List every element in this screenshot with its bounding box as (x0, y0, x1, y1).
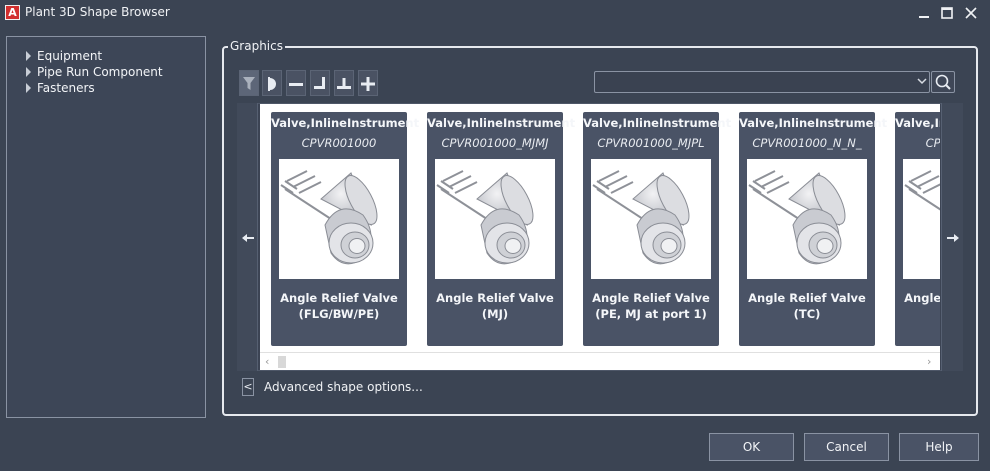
card-shape-name: Angle Relief Valve (MJ) (431, 290, 559, 322)
card-name-line1: Angle Relief Valve (436, 291, 554, 305)
card-name-line1: Angle Relief Valve (904, 291, 940, 305)
shape-card[interactable]: Valve,InlineInstrument CPVR001000_N_N_ A… (739, 112, 888, 346)
card-name-line1: Angle Relief Valve (748, 291, 866, 305)
straight-button[interactable] (286, 70, 306, 96)
scroll-left-arrow-icon[interactable]: ‹ (265, 356, 269, 368)
card-name-line2: (MJ) (481, 307, 509, 321)
tee-button[interactable] (334, 70, 354, 96)
tree-item-pipe-run-component[interactable]: Pipe Run Component (26, 64, 163, 80)
card-name-line1: Angle Relief Valve (592, 291, 710, 305)
card-part-code: CPVR001000 (925, 136, 940, 150)
maximize-icon (941, 7, 953, 19)
tree-item-equipment[interactable]: Equipment (26, 48, 102, 64)
angle-relief-valve-thumbnail (747, 159, 867, 279)
elbow-icon (314, 77, 325, 89)
angle-relief-valve-thumbnail (435, 159, 555, 279)
cross-button[interactable] (358, 70, 378, 96)
elbow-button[interactable] (310, 70, 330, 96)
card-shape-name: Angle Relief Valve (PE, MJ at port 1) (587, 290, 715, 322)
half-circle-button[interactable] (262, 70, 282, 96)
card-class-label: Valve,InlineInstrument (895, 116, 940, 130)
horizontal-scrollbar[interactable]: ‹ › (260, 352, 940, 370)
advanced-options-toggle[interactable]: < (242, 378, 254, 396)
card-name-line2: ( (899, 306, 940, 322)
gallery-viewport: Valve,InlineInstrument CPVR001000 Angle … (260, 104, 940, 352)
expand-arrow-icon[interactable] (26, 67, 31, 77)
card-class-label: Valve,InlineInstrument (271, 116, 420, 130)
card-name-line2: (TC) (793, 307, 821, 321)
search-combobox[interactable] (594, 71, 930, 93)
filter-icon (243, 77, 255, 90)
tree-item-label: Pipe Run Component (37, 65, 163, 79)
help-button[interactable]: Help (899, 433, 979, 461)
ok-button[interactable]: OK (709, 433, 794, 461)
card-class-label: Valve,InlineInstrument (427, 116, 576, 130)
card-part-code: CPVR001000_MJPL (597, 136, 705, 150)
app-logo-icon: A (5, 5, 20, 20)
half-circle-icon (268, 77, 276, 91)
tree-item-label: Fasteners (37, 81, 95, 95)
card-shape-name: Angle Relief Valve (TC) (743, 290, 871, 322)
card-class-label: Valve,InlineInstrument (739, 116, 888, 130)
shape-card[interactable]: Valve,InlineInstrument CPVR001000 Angle … (271, 112, 420, 346)
card-name-line2: (PE, MJ at port 1) (595, 307, 707, 321)
minimize-icon (919, 16, 929, 18)
scroll-right-arrow-icon[interactable]: › (927, 356, 931, 368)
tree-item-label: Equipment (37, 49, 103, 63)
arrow-right-icon (947, 234, 959, 242)
shape-card[interactable]: Valve,InlineInstrument CPVR001000_MJMJ A… (427, 112, 576, 346)
card-name-line2: (FLG/BW/PE) (298, 307, 380, 321)
expand-arrow-icon[interactable] (26, 83, 31, 93)
expand-arrow-icon[interactable] (26, 51, 31, 61)
angle-relief-valve-thumbnail (591, 159, 711, 279)
card-part-code: CPVR001000_MJMJ (441, 136, 549, 150)
chevron-down-icon[interactable] (916, 73, 928, 89)
close-button[interactable] (961, 3, 981, 23)
scrollbar-thumb[interactable] (278, 356, 286, 368)
card-name-line1: Angle Relief Valve (280, 291, 398, 305)
minimize-button[interactable] (914, 3, 934, 23)
filter-button[interactable] (239, 70, 259, 96)
cross-icon (361, 77, 375, 91)
card-shape-name: Angle Relief Valve (FLG/BW/PE) (275, 290, 403, 322)
card-shape-name: Angle Relief Valve ( (899, 290, 940, 322)
arrow-left-icon (242, 234, 254, 242)
tee-icon (337, 78, 351, 89)
maximize-button[interactable] (937, 3, 957, 23)
window-title: Plant 3D Shape Browser (25, 5, 170, 19)
tree-item-fasteners[interactable]: Fasteners (26, 80, 95, 96)
graphics-group-label: Graphics (228, 39, 285, 53)
card-class-label: Valve,InlineInstrument (583, 116, 732, 130)
line-icon (289, 83, 303, 86)
scroll-left-button[interactable] (237, 103, 258, 371)
angle-relief-valve-thumbnail (903, 159, 940, 279)
title-bar: A Plant 3D Shape Browser (0, 0, 990, 26)
cancel-button[interactable]: Cancel (804, 433, 889, 461)
shape-card[interactable]: Valve,InlineInstrument CPVR001000 Angle … (895, 112, 940, 346)
scroll-right-button[interactable] (941, 103, 963, 371)
search-button[interactable] (931, 71, 955, 93)
card-part-code: CPVR001000_N_N_ (752, 136, 862, 150)
close-icon (965, 7, 977, 19)
shape-card[interactable]: Valve,InlineInstrument CPVR001000_MJPL A… (583, 112, 732, 346)
card-part-code: CPVR001000 (301, 136, 377, 150)
angle-relief-valve-thumbnail (279, 159, 399, 279)
search-icon (935, 74, 951, 90)
advanced-options-label[interactable]: Advanced shape options... (264, 380, 423, 394)
